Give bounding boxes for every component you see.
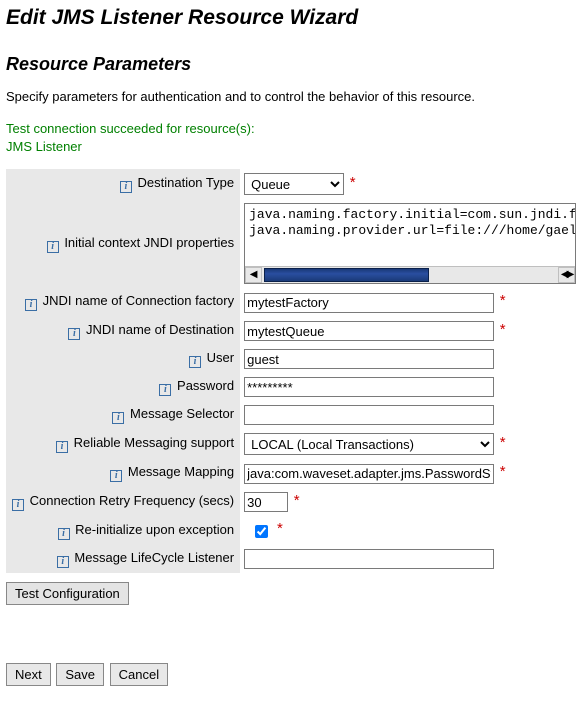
required-icon: *	[277, 520, 283, 537]
required-icon: *	[500, 292, 506, 309]
label-password: Password	[177, 378, 234, 393]
test-configuration-button[interactable]: Test Configuration	[6, 582, 129, 605]
success-message: Test connection succeeded for resource(s…	[6, 120, 576, 155]
scroll-thumb[interactable]	[264, 268, 429, 282]
user-input[interactable]	[244, 349, 494, 369]
jndi-props-textarea[interactable]: java.naming.factory.initial=com.sun.jndi…	[244, 203, 576, 284]
info-icon[interactable]: i	[189, 356, 201, 368]
info-icon[interactable]: i	[120, 181, 132, 193]
message-mapping-input[interactable]	[244, 464, 494, 484]
info-icon[interactable]: i	[47, 241, 59, 253]
label-lifecycle: Message LifeCycle Listener	[74, 550, 234, 565]
info-icon[interactable]: i	[56, 441, 68, 453]
label-retry-freq: Connection Retry Frequency (secs)	[30, 493, 234, 508]
page-title: Edit JMS Listener Resource Wizard	[6, 6, 576, 30]
info-icon[interactable]: i	[110, 470, 122, 482]
page-description: Specify parameters for authentication an…	[6, 89, 576, 104]
required-icon: *	[500, 463, 506, 480]
horizontal-scrollbar[interactable]: ◀ ◀▶	[245, 266, 575, 283]
password-input[interactable]	[244, 377, 494, 397]
required-icon: *	[500, 321, 506, 338]
required-icon: *	[294, 492, 300, 509]
info-icon[interactable]: i	[57, 556, 69, 568]
success-line1: Test connection succeeded for resource(s…	[6, 121, 255, 136]
info-icon[interactable]: i	[58, 528, 70, 540]
label-destination-name: JNDI name of Destination	[86, 322, 234, 337]
lifecycle-input[interactable]	[244, 549, 494, 569]
cancel-button[interactable]: Cancel	[110, 663, 168, 686]
jndi-props-content[interactable]: java.naming.factory.initial=com.sun.jndi…	[245, 204, 575, 266]
destination-type-select[interactable]: Queue	[244, 173, 344, 195]
info-icon[interactable]: i	[25, 299, 37, 311]
reliable-select[interactable]: LOCAL (Local Transactions)	[244, 433, 494, 455]
retry-freq-input[interactable]	[244, 492, 288, 512]
parameters-form: i Destination Type Queue * i Initial con…	[6, 169, 580, 573]
scroll-left-icon[interactable]: ◀	[245, 267, 262, 283]
reinit-checkbox[interactable]	[255, 525, 268, 538]
info-icon[interactable]: i	[112, 412, 124, 424]
save-button[interactable]: Save	[56, 663, 104, 686]
info-icon[interactable]: i	[159, 384, 171, 396]
label-user: User	[207, 350, 234, 365]
label-message-mapping: Message Mapping	[128, 464, 234, 479]
info-icon[interactable]: i	[12, 499, 24, 511]
next-button[interactable]: Next	[6, 663, 51, 686]
section-heading: Resource Parameters	[6, 54, 576, 75]
label-conn-factory: JNDI name of Connection factory	[43, 293, 234, 308]
label-reinit: Re-initialize upon exception	[75, 522, 234, 537]
destination-name-input[interactable]	[244, 321, 494, 341]
required-icon: *	[500, 434, 506, 451]
label-message-selector: Message Selector	[130, 406, 234, 421]
label-jndi-props: Initial context JNDI properties	[64, 235, 234, 250]
info-icon[interactable]: i	[68, 328, 80, 340]
label-reliable: Reliable Messaging support	[74, 435, 234, 450]
conn-factory-input[interactable]	[244, 293, 494, 313]
label-destination-type: Destination Type	[138, 175, 235, 190]
required-icon: *	[350, 174, 356, 191]
message-selector-input[interactable]	[244, 405, 494, 425]
scroll-track[interactable]	[262, 267, 558, 283]
scroll-right-icon[interactable]: ◀▶	[558, 267, 575, 283]
success-line2: JMS Listener	[6, 139, 82, 154]
